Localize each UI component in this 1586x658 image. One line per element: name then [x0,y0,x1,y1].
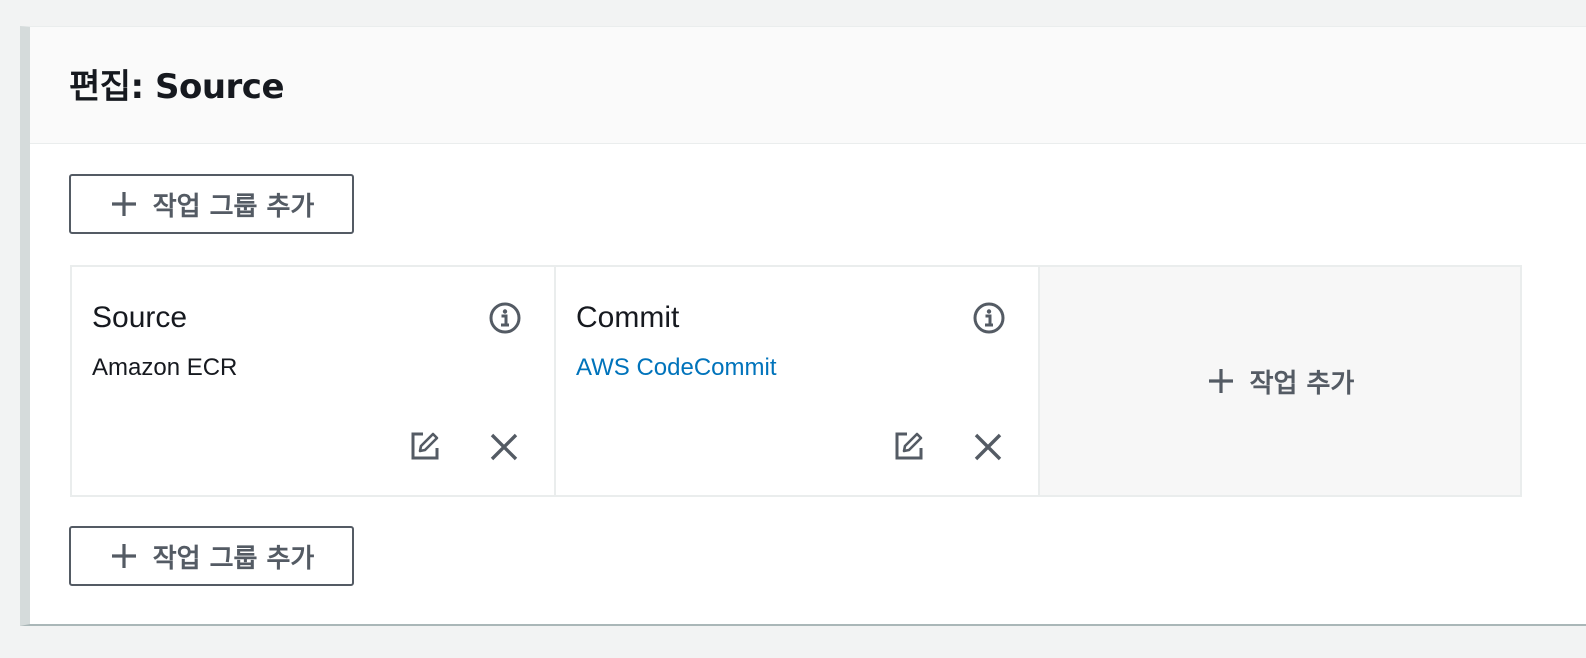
edit-icon[interactable] [410,431,440,461]
action-provider-link[interactable]: AWS CodeCommit [576,353,776,383]
close-icon[interactable] [972,431,1004,463]
edit-stage-panel: 편집: Source 작업 그룹 추가 Source Amazon ECR Co… [20,26,1586,626]
panel-header: 편집: Source [30,27,1586,144]
add-action-group-label: 작업 그룹 추가 [152,543,315,574]
action-card-commit: Commit AWS CodeCommit [556,267,1040,495]
action-provider: Amazon ECR [92,354,238,381]
action-name: Commit [576,301,680,334]
edit-icon[interactable] [894,431,924,461]
action-group: Source Amazon ECR Commit AWS CodeCommit [70,265,1522,497]
add-action-group-label: 작업 그룹 추가 [152,191,315,222]
action-card-source: Source Amazon ECR [72,267,556,495]
plus-icon [1208,369,1233,393]
plus-icon [111,192,136,216]
info-icon[interactable] [972,301,1006,335]
plus-icon [111,544,136,568]
info-icon[interactable] [488,301,522,335]
add-action-group-button-top[interactable]: 작업 그룹 추가 [69,174,354,234]
close-icon[interactable] [488,431,520,463]
action-name: Source [92,301,188,334]
add-action-label: 작업 추가 [1249,368,1355,399]
add-action-group-button-bottom[interactable]: 작업 그룹 추가 [69,526,354,586]
page-title: 편집: Source [69,67,285,107]
add-action-button[interactable]: 작업 추가 [1040,267,1520,495]
